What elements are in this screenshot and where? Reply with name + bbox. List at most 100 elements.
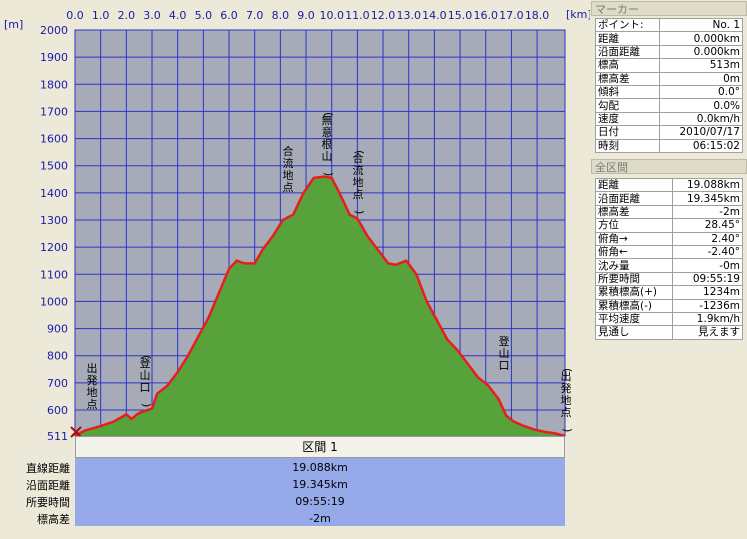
panel-label: 勾配 xyxy=(595,98,660,113)
panel-label: 時刻 xyxy=(595,138,660,153)
panel-row: 累積標高(-) -1236m xyxy=(594,298,743,313)
panel-value: 2.40° xyxy=(672,231,743,246)
info-panel: マーカー ポイント: No. 1 距離 0.000km 沿面距離 0.000km 標高 513… xyxy=(591,0,747,539)
panel-label: 俯角← xyxy=(594,244,674,260)
panel-value: No. 1 xyxy=(659,17,743,33)
panel-value: 0.0° xyxy=(659,84,743,100)
panel-value: 0.0km/h xyxy=(659,111,743,127)
panel-value: 28.45° xyxy=(672,218,743,233)
panel-label: 見通し xyxy=(594,325,674,340)
x-tick-label: 17.0 xyxy=(499,9,524,22)
y-tick-label: 1300 xyxy=(40,214,68,227)
y-tick-label: 800 xyxy=(47,350,68,363)
x-tick-label: 7.0 xyxy=(246,9,264,22)
panel-label: 速度 xyxy=(595,111,660,127)
panel-label: 平均速度 xyxy=(594,311,674,327)
panel-row: 傾斜 0.0° xyxy=(595,84,743,100)
y-tick-label: 1100 xyxy=(40,268,68,281)
y-tick-label: 2000 xyxy=(40,24,68,37)
x-tick-label: 4.0 xyxy=(169,9,187,22)
panel-value: 2010/07/17 xyxy=(659,125,743,140)
panel-value: 0.0% xyxy=(659,98,743,113)
x-tick-label: 11.0 xyxy=(345,9,370,22)
x-unit-label: [km] xyxy=(566,8,590,21)
section-header[interactable]: 区間 1 xyxy=(75,436,565,458)
panel-row: 距離 19.088km xyxy=(594,177,743,193)
x-tick-label: 13.0 xyxy=(396,9,421,22)
panel-label: 標高差 xyxy=(594,204,674,220)
section-row-value: -2m xyxy=(309,512,331,525)
panel-label: 標高差 xyxy=(595,71,660,86)
elevation-chart[interactable]: 2000 1900 1800 1700 1600 1500 1400 1300 1200 1100… xyxy=(0,0,590,539)
panel-row: 勾配 0.0% xyxy=(595,98,743,113)
x-tick-label: 18.0 xyxy=(525,9,550,22)
panel-value: 0.000km xyxy=(659,44,743,60)
panel-row: 日付 2010/07/17 xyxy=(595,125,743,140)
y-tick-label: 600 xyxy=(47,404,68,417)
panel-value: -2.40° xyxy=(672,244,743,260)
x-tick-label: 10.0 xyxy=(319,9,344,22)
panel-label: ポイント: xyxy=(595,17,660,33)
panel-row: 沿面距離 0.000km xyxy=(595,44,743,60)
panel-value: -0m xyxy=(672,258,743,273)
x-tick-label: 5.0 xyxy=(195,9,213,22)
panel-row: 沿面距離 19.345km xyxy=(594,191,743,206)
panel-row: ポイント: No. 1 xyxy=(595,17,743,33)
panel-row: 俯角→ 2.40° xyxy=(594,231,743,246)
y-tick-label: 1900 xyxy=(40,51,68,64)
y-tick-label: 1500 xyxy=(40,160,68,173)
panel-row: 速度 0.0km/h xyxy=(595,111,743,127)
y-tick-label: 1400 xyxy=(40,187,68,200)
annotation-label: 出発地点 xyxy=(87,361,98,411)
panel-value: 1.9km/h xyxy=(672,311,743,327)
panel-row: 方位 28.45° xyxy=(594,218,743,233)
panel-value: 見えます xyxy=(672,325,743,340)
section-row-value: 19.088km xyxy=(292,461,348,474)
y-tick-label: 700 xyxy=(47,377,68,390)
x-tick-label: 8.0 xyxy=(272,9,290,22)
panel-row: 距離 0.000km xyxy=(595,31,743,46)
section-row-label: 沿面距離 xyxy=(26,479,70,492)
panel-label: 距離 xyxy=(594,177,674,193)
panel-value: 09:55:19 xyxy=(672,271,743,287)
panel-value: 19.345km xyxy=(672,191,743,206)
x-tick-label: 0.0 xyxy=(66,9,84,22)
panel-value: 19.088km xyxy=(672,177,743,193)
panel-label: 所要時間 xyxy=(594,271,674,287)
x-tick-label: 14.0 xyxy=(422,9,447,22)
section-row-label: 標高差 xyxy=(37,513,70,526)
x-tick-label: 15.0 xyxy=(448,9,473,22)
section-row-label: 直線距離 xyxy=(26,462,70,475)
y-tick-label: 1000 xyxy=(40,295,68,308)
panel-value: -2m xyxy=(672,204,743,220)
y-tick-label: 1600 xyxy=(40,133,68,146)
annotation-label: 合流地点 xyxy=(283,144,294,194)
panel-label: 沿面距離 xyxy=(594,191,674,206)
panel-label: 沈み量 xyxy=(594,258,674,273)
x-tick-label: 2.0 xyxy=(118,9,136,22)
panel-row: 時刻 06:15:02 xyxy=(595,138,743,153)
y-unit-label: [m] xyxy=(4,18,23,31)
panel-label: 方位 xyxy=(594,218,674,233)
panel-value: 0.000km xyxy=(659,31,743,46)
panel-row: 標高差 0m xyxy=(595,71,743,86)
x-tick-label: 16.0 xyxy=(473,9,498,22)
section-row-label: 所要時間 xyxy=(26,496,70,509)
panel-label: 標高 xyxy=(595,58,660,73)
panel-row: 平均速度 1.9km/h xyxy=(594,311,743,327)
y-tick-label: 1700 xyxy=(40,105,68,118)
x-tick-label: 9.0 xyxy=(297,9,315,22)
panel-label: 累積標高(+) xyxy=(594,285,674,300)
panel-value: 06:15:02 xyxy=(659,138,743,153)
y-axis-ticks: 2000 1900 1800 1700 1600 1500 1400 1300 1200 1100… xyxy=(40,24,68,443)
panel-value: 1234m xyxy=(672,285,743,300)
panel-value: 513m xyxy=(659,58,743,73)
panel-label: 累積標高(-) xyxy=(594,298,674,313)
x-tick-label: 6.0 xyxy=(220,9,238,22)
y-tick-label: 900 xyxy=(47,323,68,336)
section-row-value: 19.345km xyxy=(292,478,348,491)
marker-table: ポイント: No. 1 距離 0.000km 沿面距離 0.000km 標高 513m 標高差 0… xyxy=(595,17,743,153)
panel-row: 所要時間 09:55:19 xyxy=(594,271,743,287)
panel-value: -1236m xyxy=(672,298,743,313)
all-section-panel-title: 全区間 xyxy=(591,159,747,174)
